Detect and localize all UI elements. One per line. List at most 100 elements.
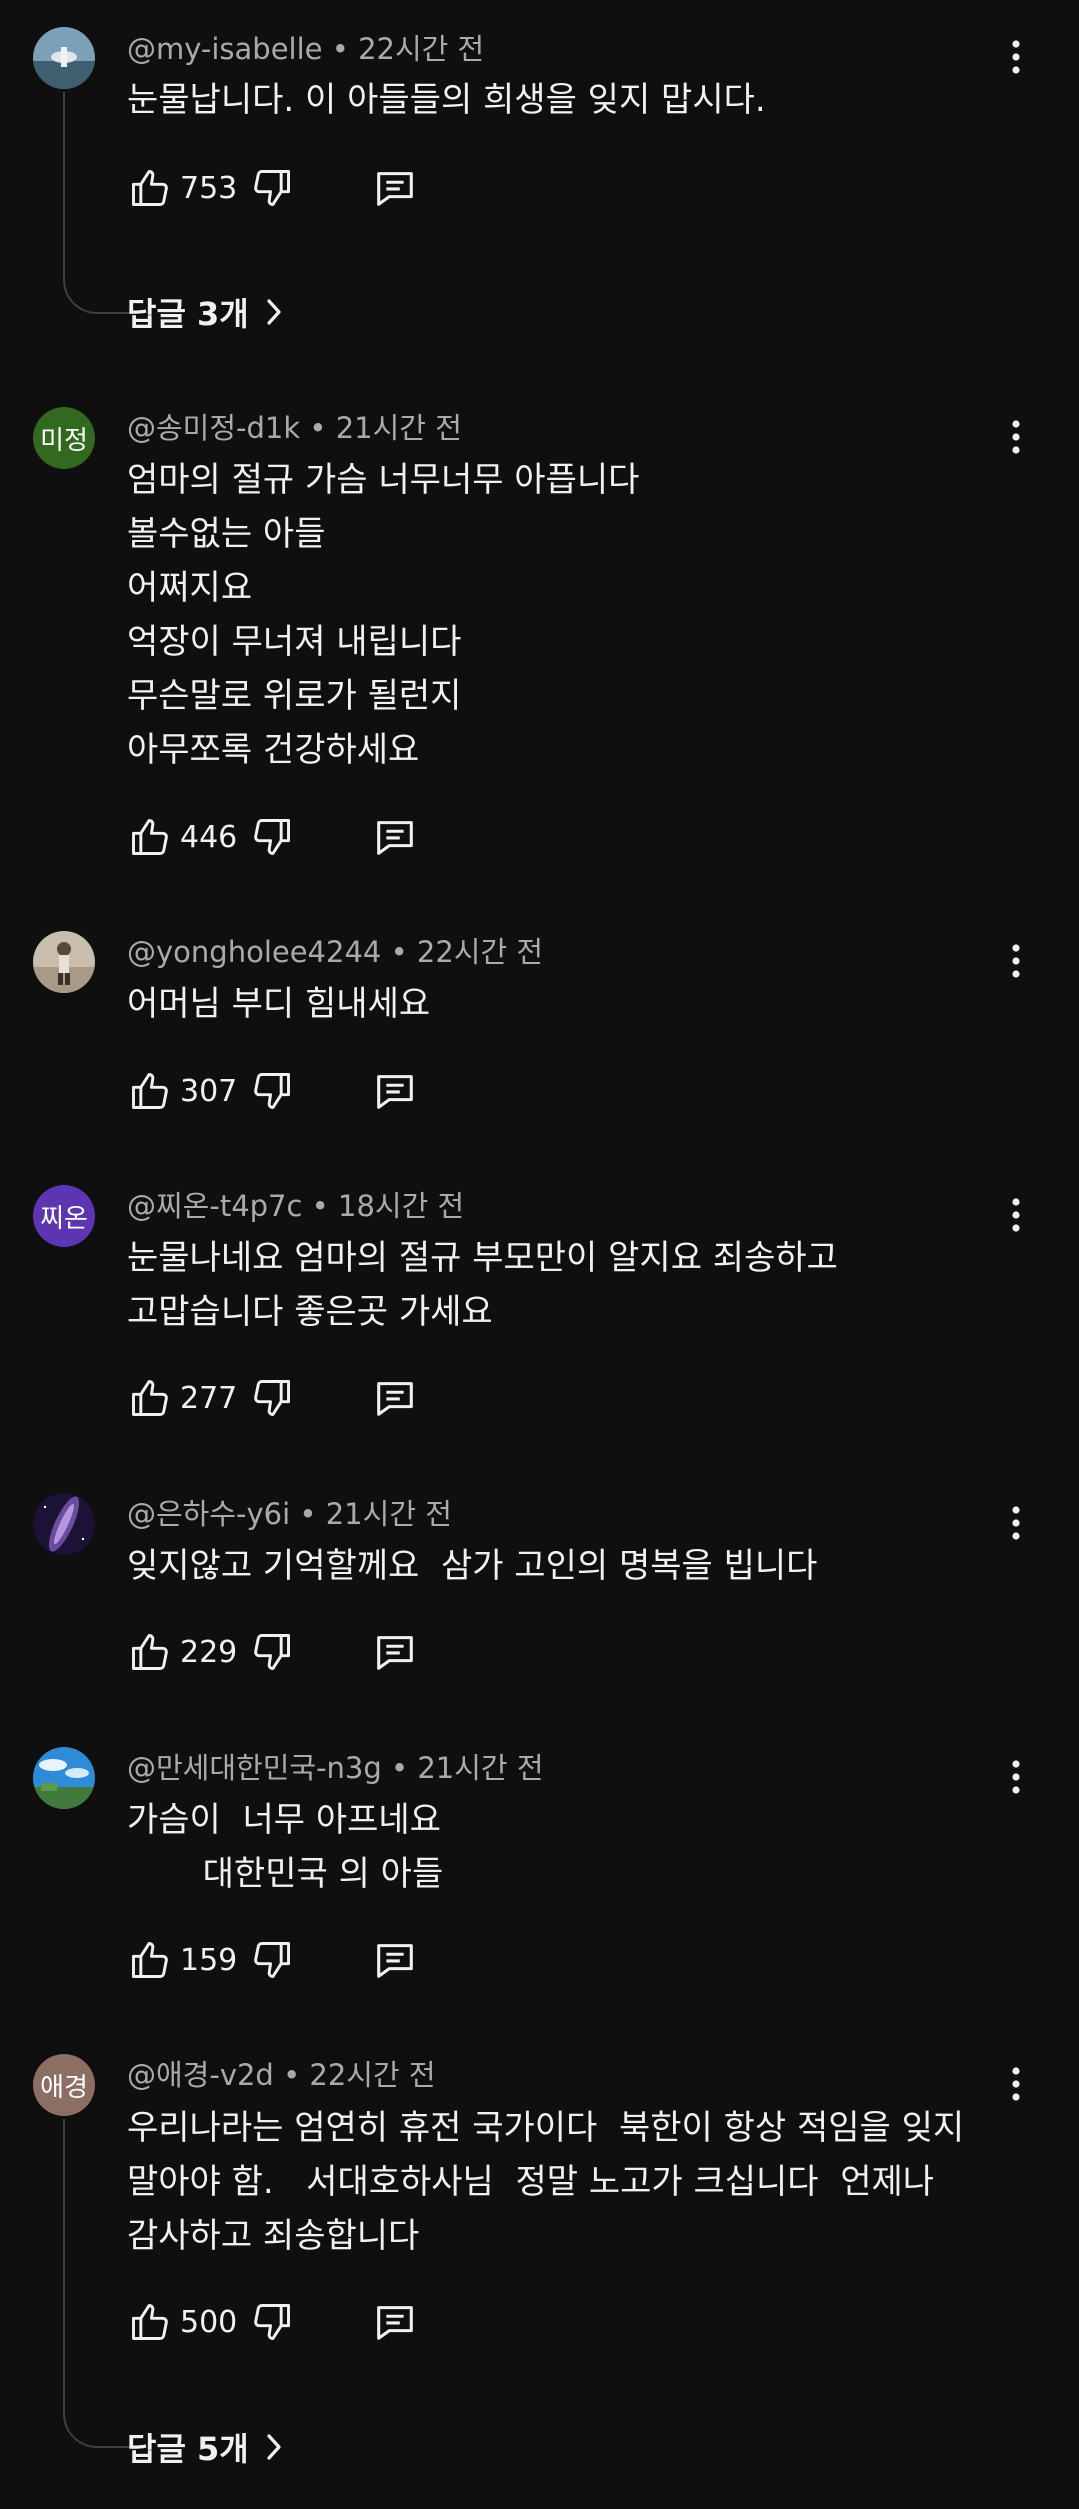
comment-author[interactable]: @my-isabelle <box>127 32 323 66</box>
more-vert-icon <box>1012 1198 1020 1232</box>
more-options-button[interactable] <box>998 933 1034 989</box>
dislike-button[interactable] <box>244 2294 300 2350</box>
reply-button[interactable] <box>367 2294 423 2350</box>
more-options-button[interactable] <box>998 1495 1034 1551</box>
avatar[interactable]: 찌온 <box>33 1185 95 1247</box>
more-options-button[interactable] <box>998 1749 1034 1805</box>
more-options-button[interactable] <box>998 2056 1034 2112</box>
like-count: 500 <box>180 2304 238 2340</box>
comment-icon <box>377 1944 413 1978</box>
dislike-button[interactable] <box>244 1063 300 1119</box>
comment-text: 우리나라는 엄연히 휴전 국가이다 북한이 항상 적임을 잊지 말아야 함. 서… <box>127 2108 965 2256</box>
comment-author[interactable]: @yongholee4244 <box>127 935 381 969</box>
more-options-button[interactable] <box>998 409 1034 465</box>
comment-meta: @만세대한민국-n3g • 21시간 전 <box>127 1751 544 1785</box>
comment-actions: 446 <box>122 809 423 865</box>
like-count: 229 <box>180 1634 238 1670</box>
avatar[interactable] <box>33 1747 95 1809</box>
reply-button[interactable] <box>367 1063 423 1119</box>
comment-icon <box>377 1636 413 1670</box>
thumbs-up-icon <box>131 1634 168 1670</box>
reply-button[interactable] <box>367 809 423 865</box>
avatar[interactable] <box>33 1493 95 1555</box>
more-vert-icon <box>1012 1506 1020 1540</box>
chevron-right-icon <box>267 299 281 325</box>
comment-meta: @은하수-y6i • 21시간 전 <box>127 1497 452 1531</box>
like-count: 307 <box>180 1073 238 1109</box>
chevron-right-icon <box>267 2434 281 2460</box>
like-count: 277 <box>180 1380 238 1416</box>
comment-time: 21시간 전 <box>417 1751 544 1785</box>
reply-button[interactable] <box>367 1624 423 1680</box>
reply-button[interactable] <box>367 1370 423 1426</box>
dislike-button[interactable] <box>244 1624 300 1680</box>
thread-line <box>63 92 133 314</box>
thumbs-up-icon <box>131 170 168 206</box>
comment-author[interactable]: @은하수-y6i <box>127 1497 290 1531</box>
like-count: 753 <box>180 170 238 206</box>
like-count: 446 <box>180 819 238 855</box>
comment-actions: 500 <box>122 2294 423 2350</box>
avatar-initials: 찌온 <box>40 1203 88 1234</box>
thumbs-down-icon <box>254 1634 290 1670</box>
comment-text: 어머님 부디 힘내세요 <box>127 984 431 1024</box>
view-replies-button[interactable]: 답글 3개 <box>127 287 283 337</box>
replies-label: 답글 5개 <box>127 2430 249 2468</box>
comment-author[interactable]: @송미정-d1k <box>127 411 300 445</box>
more-vert-icon <box>1012 944 1020 978</box>
comment-text: 잊지않고 기억할께요 삼가 고인의 명복을 빕니다 <box>127 1546 818 1586</box>
more-options-button[interactable] <box>998 29 1034 85</box>
comment-time: 18시간 전 <box>338 1189 465 1223</box>
more-vert-icon <box>1012 420 1020 454</box>
comment-icon <box>377 1075 413 1109</box>
avatar-initials: 미정 <box>40 425 88 456</box>
comment-icon <box>377 1382 413 1416</box>
view-replies-button[interactable]: 답글 5개 <box>127 2422 283 2472</box>
comment-time: 21시간 전 <box>325 1497 452 1531</box>
comment-author[interactable]: @애경-v2d <box>127 2058 274 2092</box>
comment-meta: @yongholee4244 • 22시간 전 <box>127 935 544 969</box>
reply-button[interactable] <box>367 160 423 216</box>
thumbs-up-icon <box>131 1942 168 1978</box>
avatar[interactable] <box>33 27 95 89</box>
comment-text: 가슴이 너무 아프네요 대한민국 의 아들 <box>127 1800 444 1894</box>
avatar-initials: 애경 <box>40 2072 88 2103</box>
like-count: 159 <box>180 1942 238 1978</box>
more-options-button[interactable] <box>998 1187 1034 1243</box>
dislike-button[interactable] <box>244 1932 300 1988</box>
thumbs-up-icon <box>131 1073 168 1109</box>
dislike-button[interactable] <box>244 809 300 865</box>
thumbs-down-icon <box>254 170 290 206</box>
comment-icon <box>377 2306 413 2340</box>
thumbs-down-icon <box>254 1380 290 1416</box>
thumbs-down-icon <box>254 2304 290 2340</box>
comment-author[interactable]: @만세대한민국-n3g <box>127 1751 382 1785</box>
like-button[interactable] <box>122 809 177 865</box>
comment-meta: @찌온-t4p7c • 18시간 전 <box>127 1189 465 1223</box>
avatar[interactable]: 미정 <box>33 407 95 469</box>
comment-icon <box>377 821 413 855</box>
avatar[interactable]: 애경 <box>33 2054 95 2116</box>
like-button[interactable] <box>122 1370 177 1426</box>
reply-button[interactable] <box>367 1932 423 1988</box>
comment-meta: @my-isabelle • 22시간 전 <box>127 32 485 66</box>
comment-actions: 307 <box>122 1063 423 1119</box>
dislike-button[interactable] <box>244 160 300 216</box>
thumbs-up-icon <box>131 2304 168 2340</box>
like-button[interactable] <box>122 1624 177 1680</box>
comment-actions: 229 <box>122 1624 423 1680</box>
dislike-button[interactable] <box>244 1370 300 1426</box>
avatar[interactable] <box>33 931 95 993</box>
thread-line <box>63 2119 133 2448</box>
comment-meta: @애경-v2d • 22시간 전 <box>127 2058 436 2092</box>
like-button[interactable] <box>122 1063 177 1119</box>
thumbs-up-icon <box>131 1380 168 1416</box>
thumbs-up-icon <box>131 819 168 855</box>
thumbs-down-icon <box>254 1942 290 1978</box>
like-button[interactable] <box>122 1932 177 1988</box>
comment-time: 22시간 전 <box>309 2058 436 2092</box>
comment-time: 21시간 전 <box>335 411 462 445</box>
comment-author[interactable]: @찌온-t4p7c <box>127 1189 302 1223</box>
more-vert-icon <box>1012 40 1020 74</box>
more-vert-icon <box>1012 1760 1020 1794</box>
